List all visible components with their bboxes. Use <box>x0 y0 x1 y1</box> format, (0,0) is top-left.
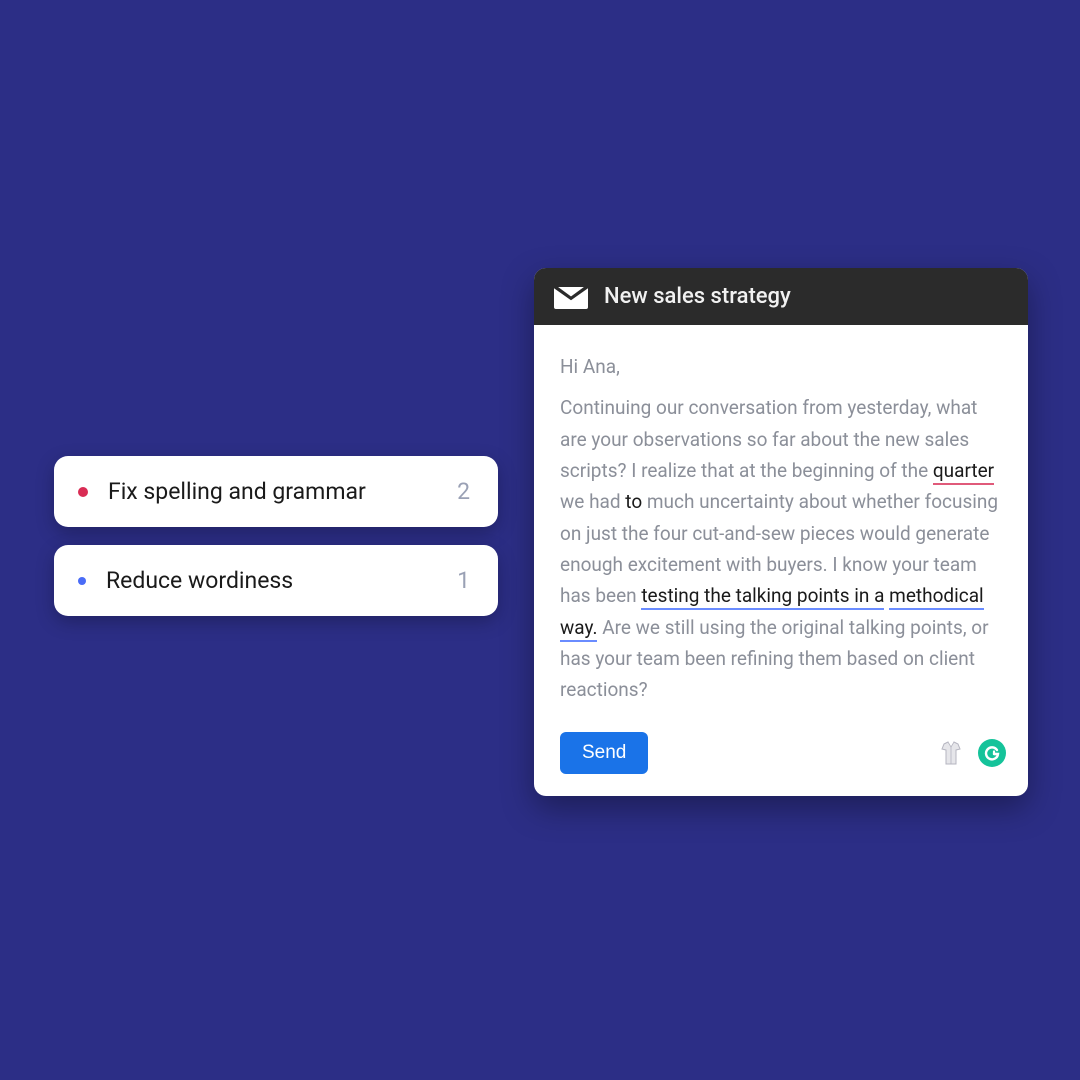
underline-red-quarter[interactable]: quarter <box>933 459 994 485</box>
dot-blue-icon <box>78 577 86 585</box>
suggestions-panel: Fix spelling and grammar 2 Reduce wordin… <box>54 456 498 616</box>
send-button[interactable]: Send <box>560 732 648 774</box>
underline-blue-testing[interactable]: testing the talking points in a <box>641 584 884 610</box>
greeting-text: Hi Ana, <box>560 351 1002 382</box>
dot-red-icon <box>78 487 88 497</box>
compose-header: New sales strategy <box>534 268 1028 325</box>
mail-icon <box>554 285 588 309</box>
suggestion-label: Fix spelling and grammar <box>108 478 457 505</box>
compose-body[interactable]: Hi Ana, Continuing our conversation from… <box>534 325 1028 724</box>
compose-title: New sales strategy <box>604 284 791 309</box>
footer-icons <box>936 738 1006 768</box>
body-part: we had <box>560 490 625 513</box>
shirt-icon[interactable] <box>936 738 966 768</box>
compose-window: New sales strategy Hi Ana, Continuing ou… <box>534 268 1028 796</box>
suggestion-label: Reduce wordiness <box>106 567 457 594</box>
suggestion-reduce-wordiness[interactable]: Reduce wordiness 1 <box>54 545 498 616</box>
suggestion-count: 2 <box>457 478 470 505</box>
grammarly-icon[interactable] <box>978 739 1006 767</box>
message-text: Continuing our conversation from yesterd… <box>560 392 1002 705</box>
suggestion-spelling-grammar[interactable]: Fix spelling and grammar 2 <box>54 456 498 527</box>
compose-footer: Send <box>534 724 1028 796</box>
body-part: Continuing our conversation from yesterd… <box>560 396 977 482</box>
highlight-to[interactable]: to <box>625 490 642 513</box>
body-part: Are we still using the original talking … <box>560 616 989 702</box>
suggestion-count: 1 <box>457 567 470 594</box>
